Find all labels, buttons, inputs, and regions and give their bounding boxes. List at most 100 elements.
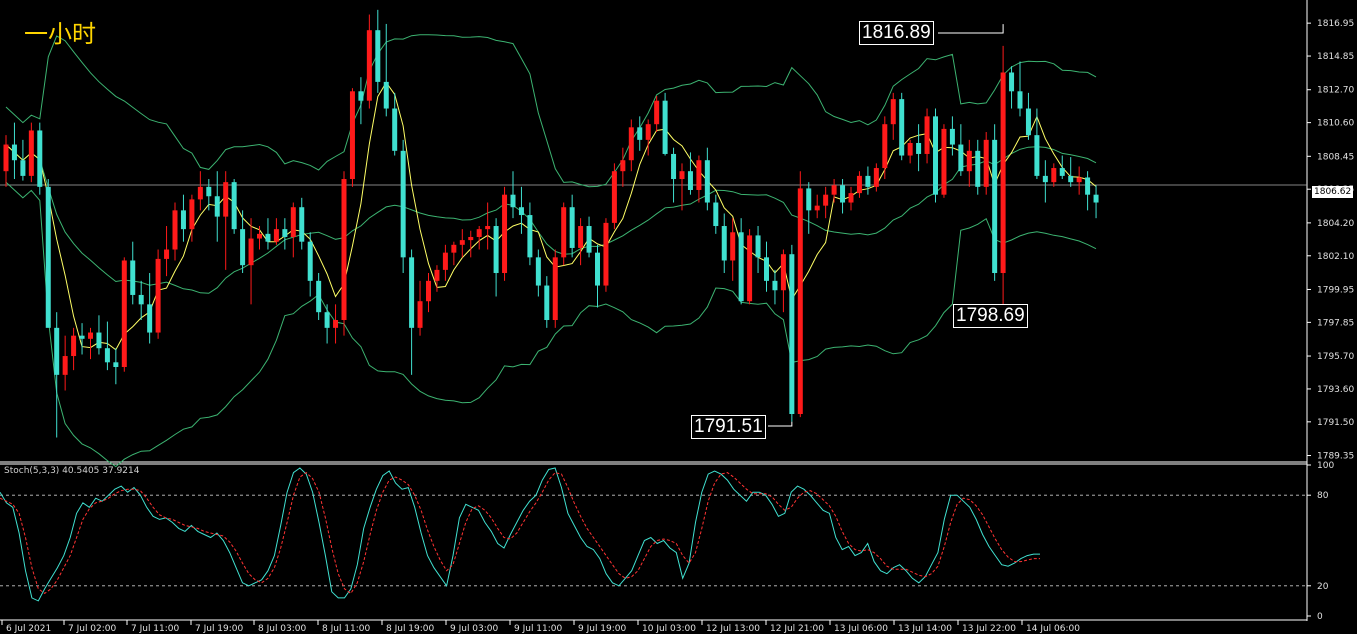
candle-body	[333, 320, 339, 328]
candle-body	[671, 153, 677, 180]
price-axis: 1816.95 1814.85 1812.70 1810.60 1808.45 1806.…	[1307, 19, 1354, 462]
price-tick-label: 1802.10	[1317, 252, 1354, 262]
chart-canvas: 1816.95 1814.85 1812.70 1810.60 1808.45 1806.…	[0, 0, 1354, 634]
time-tick-label: 13 Jul 14:00	[898, 624, 952, 634]
candle-body	[426, 280, 431, 302]
candle-body	[383, 81, 389, 109]
candle-body	[468, 236, 474, 241]
candle-body	[966, 150, 972, 172]
candle-body	[1093, 194, 1099, 203]
candle-body	[789, 254, 795, 415]
candle-body	[451, 244, 457, 253]
bollinger-upper	[5, 34, 1097, 188]
candle-body	[3, 144, 9, 172]
time-tick-label: 9 Jul 19:00	[578, 624, 627, 634]
time-tick-label: 9 Jul 03:00	[450, 624, 499, 634]
candle-body	[45, 186, 51, 328]
stoch-signal-line	[0, 471, 1040, 595]
candle-body	[890, 99, 896, 125]
candle-body	[417, 301, 423, 328]
candle-body	[831, 185, 837, 195]
candle-body	[1051, 168, 1057, 183]
candle-body	[823, 194, 829, 206]
bollinger-lower	[5, 181, 1097, 468]
time-tick-label: 12 Jul 21:00	[770, 624, 824, 634]
candle-body	[37, 130, 43, 187]
candle-body	[949, 128, 955, 145]
candle-body	[20, 160, 26, 176]
candle-body	[231, 182, 237, 230]
price-tick-label: 1804.20	[1317, 219, 1354, 229]
candle-body	[992, 139, 998, 274]
candle-body	[316, 280, 322, 313]
time-tick-label: 8 Jul 19:00	[386, 624, 435, 634]
candle-body	[88, 332, 93, 339]
candle-body	[628, 127, 634, 161]
candle-body	[349, 91, 355, 180]
candle-body	[358, 91, 364, 101]
price-tick-label: 1791.50	[1317, 418, 1354, 428]
candle-body	[578, 226, 584, 248]
time-tick-label: 7 Jul 02:00	[68, 624, 117, 634]
candle-body	[392, 108, 398, 151]
stoch-tick-label: 80	[1317, 491, 1329, 501]
candle-body	[324, 312, 330, 328]
candle-body	[1009, 72, 1015, 92]
candle-body	[341, 179, 347, 321]
stoch-tick-label: 20	[1317, 582, 1329, 592]
price-tick-label: 1812.70	[1317, 86, 1354, 96]
candle-body	[595, 252, 600, 286]
candle-body	[983, 139, 989, 187]
candle-body	[400, 150, 406, 258]
candle-body	[916, 142, 922, 154]
candle-body	[510, 194, 516, 208]
candle-body	[11, 144, 17, 161]
candle-body	[527, 215, 533, 258]
candle-body	[206, 186, 212, 197]
candle-body	[147, 304, 153, 333]
candle-body	[544, 285, 550, 321]
candle-body	[54, 327, 60, 375]
candle-body	[848, 193, 854, 203]
candle-body	[518, 207, 524, 216]
candle-body	[738, 232, 744, 302]
candle-body	[611, 171, 617, 223]
time-tick-label: 13 Jul 06:00	[834, 624, 888, 634]
candle-body	[865, 175, 871, 187]
candle-body	[257, 233, 262, 239]
candle-body	[290, 207, 296, 237]
stochastic-panel: 100 80 20 0	[0, 461, 1334, 622]
candle-body	[679, 171, 685, 180]
candle-body	[155, 258, 161, 333]
candle-body	[442, 252, 448, 270]
candle-body	[28, 130, 34, 176]
candle-body	[273, 229, 279, 242]
time-tick-label: 7 Jul 19:00	[195, 624, 244, 634]
candle-body	[485, 226, 491, 230]
candle-body	[772, 280, 778, 291]
candle-body	[899, 99, 905, 156]
candle-body	[366, 30, 372, 101]
candle-body	[603, 222, 609, 286]
price-tick-label: 1816.95	[1317, 19, 1354, 29]
candle-body	[299, 207, 305, 242]
candle-body	[104, 348, 110, 363]
candle-body	[189, 199, 195, 230]
candle-body	[172, 210, 178, 250]
candlestick-series	[3, 9, 1099, 438]
candle-body	[873, 168, 879, 187]
candle-body	[535, 257, 541, 286]
price-tick-label: 1808.45	[1317, 152, 1354, 162]
candle-body	[476, 229, 482, 237]
candle-body	[214, 196, 220, 217]
candle-body	[687, 171, 693, 190]
candle-body	[958, 144, 964, 172]
candle-body	[924, 116, 930, 154]
high-callout-leader	[938, 24, 1004, 34]
price-tick-label: 1814.85	[1317, 52, 1354, 62]
candle-body	[96, 332, 102, 349]
time-tick-label: 9 Jul 11:00	[514, 624, 563, 634]
candle-body	[164, 249, 170, 259]
candle-body	[1000, 72, 1006, 274]
candle-body	[620, 160, 626, 172]
